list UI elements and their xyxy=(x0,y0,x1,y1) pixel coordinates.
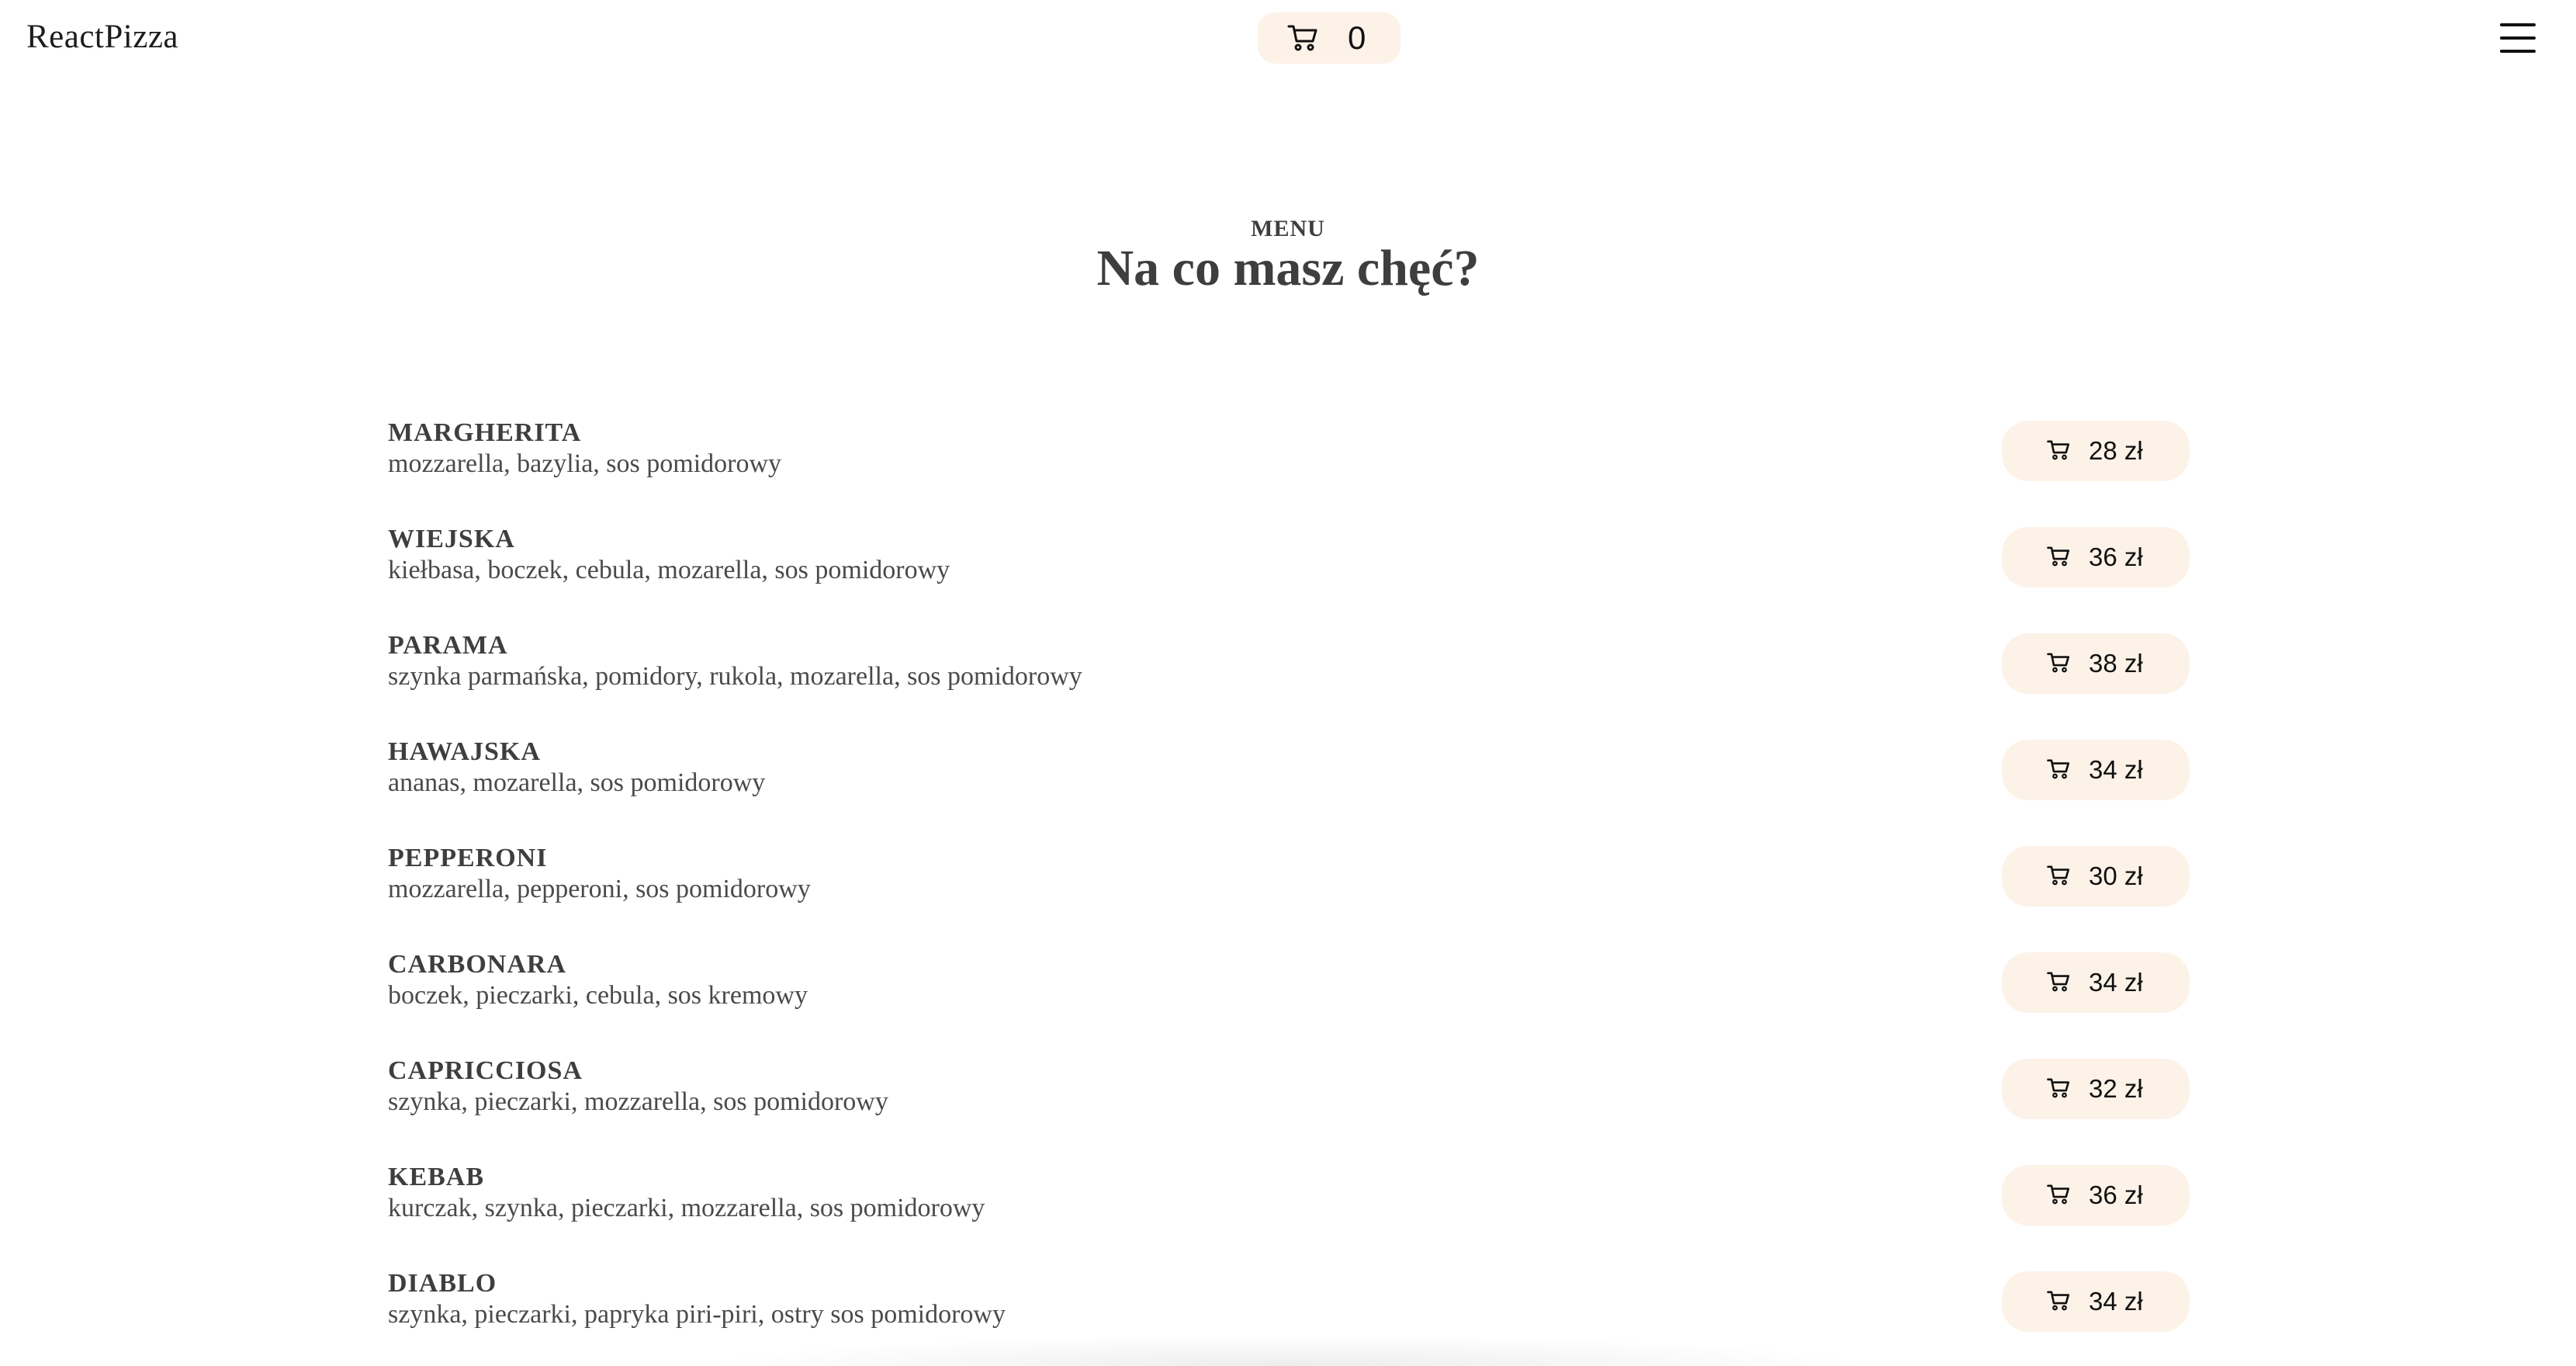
menu-item: MARGHERITA mozzarella, bazylia, sos pomi… xyxy=(388,416,2196,522)
shopping-cart-icon xyxy=(1287,25,1317,51)
hamburger-menu-button[interactable] xyxy=(2500,23,2536,53)
add-to-cart-button[interactable]: 34 zł xyxy=(2002,740,2190,800)
section-label: MENU xyxy=(1251,216,1325,241)
shopping-cart-icon xyxy=(2047,546,2070,567)
shopping-cart-icon xyxy=(2047,1184,2070,1205)
pizza-name: CARBONARA xyxy=(388,950,566,979)
add-to-cart-button[interactable]: 36 zł xyxy=(2002,527,2190,588)
logo[interactable]: ReactPizza xyxy=(26,14,178,61)
menu-item: HAWAJSKA ananas, mozarella, sos pomidoro… xyxy=(388,735,2196,841)
pizza-name: WIEJSKA xyxy=(388,525,515,553)
menu-item: PARAMA szynka parmańska, pomidory, rukol… xyxy=(388,629,2196,735)
price-label: 28 zł xyxy=(2089,436,2143,465)
pizza-ingredients: ananas, mozarella, sos pomidorowy xyxy=(388,768,766,797)
cart-count: 0 xyxy=(1348,19,1366,56)
menu-item: KEBAB kurczak, szynka, pieczarki, mozzar… xyxy=(388,1160,2196,1267)
add-to-cart-button[interactable]: 36 zł xyxy=(2002,1165,2190,1226)
add-to-cart-button[interactable]: 34 zł xyxy=(2002,952,2190,1013)
shopping-cart-icon xyxy=(2047,1078,2070,1098)
price-label: 34 zł xyxy=(2089,755,2143,784)
price-label: 34 zł xyxy=(2089,968,2143,997)
menu-item: PEPPERONI mozzarella, pepperoni, sos pom… xyxy=(388,841,2196,948)
cart-button[interactable]: 0 xyxy=(1258,12,1401,64)
price-label: 34 zł xyxy=(2089,1287,2143,1316)
pizza-name: KEBAB xyxy=(388,1163,485,1191)
pizza-ingredients: kiełbasa, boczek, cebula, mozarella, sos… xyxy=(388,556,950,584)
add-to-cart-button[interactable]: 30 zł xyxy=(2002,846,2190,907)
pizza-ingredients: szynka, pieczarki, papryka piri-piri, os… xyxy=(388,1300,1006,1329)
shopping-cart-icon xyxy=(2047,972,2070,992)
shopping-cart-icon xyxy=(2047,1291,2070,1311)
shopping-cart-icon xyxy=(2047,759,2070,779)
pizza-name: MARGHERITA xyxy=(388,418,582,447)
add-to-cart-button[interactable]: 28 zł xyxy=(2002,421,2190,481)
menu-item: CARBONARA boczek, pieczarki, cebula, sos… xyxy=(388,948,2196,1054)
pizza-ingredients: mozzarella, bazylia, sos pomidorowy xyxy=(388,449,782,478)
shopping-cart-icon xyxy=(2047,440,2070,460)
add-to-cart-button[interactable]: 38 zł xyxy=(2002,633,2190,694)
pizza-ingredients: szynka, pieczarki, mozzarella, sos pomid… xyxy=(388,1087,888,1116)
page-title: Na co masz chęć? xyxy=(1096,240,1480,296)
price-label: 36 zł xyxy=(2089,543,2143,571)
shopping-cart-icon xyxy=(2047,865,2070,886)
pizza-ingredients: szynka parmańska, pomidory, rukola, moza… xyxy=(388,662,1082,691)
pizza-name: CAPRICCIOSA xyxy=(388,1056,583,1085)
pizza-ingredients: mozzarella, pepperoni, sos pomidorowy xyxy=(388,875,811,903)
price-label: 38 zł xyxy=(2089,649,2143,678)
pizza-ingredients: boczek, pieczarki, cebula, sos kremowy xyxy=(388,981,808,1010)
add-to-cart-button[interactable]: 32 zł xyxy=(2002,1059,2190,1119)
menu-item: WIEJSKA kiełbasa, boczek, cebula, mozare… xyxy=(388,522,2196,629)
menu-item: CAPRICCIOSA szynka, pieczarki, mozzarell… xyxy=(388,1054,2196,1160)
price-label: 36 zł xyxy=(2089,1181,2143,1209)
add-to-cart-button[interactable]: 34 zł xyxy=(2002,1271,2190,1332)
pizza-name: DIABLO xyxy=(388,1269,497,1298)
price-label: 32 zł xyxy=(2089,1074,2143,1103)
pizza-name: HAWAJSKA xyxy=(388,737,541,766)
pizza-ingredients: kurczak, szynka, pieczarki, mozzarella, … xyxy=(388,1194,985,1222)
shopping-cart-icon xyxy=(2047,653,2070,673)
menu-list: MARGHERITA mozzarella, bazylia, sos pomi… xyxy=(388,416,2196,1366)
pizza-name: PARAMA xyxy=(388,631,508,660)
hamburger-menu-icon xyxy=(2500,23,2536,26)
price-label: 30 zł xyxy=(2089,862,2143,890)
pizza-name: PEPPERONI xyxy=(388,844,548,872)
